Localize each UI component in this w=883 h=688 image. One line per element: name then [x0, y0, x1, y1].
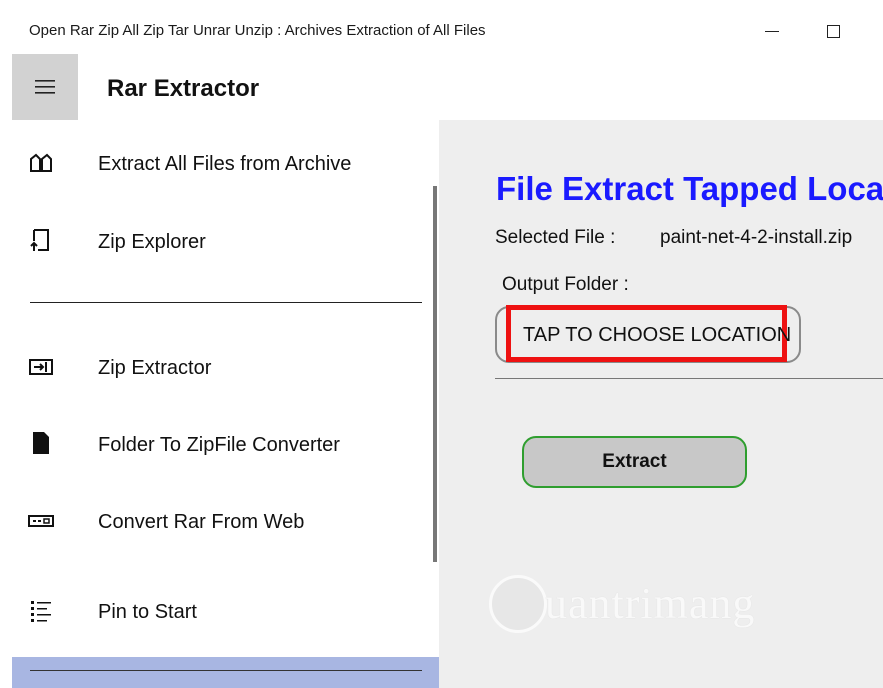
sidebar-scrollbar[interactable] — [433, 186, 437, 562]
content-divider — [495, 378, 883, 379]
hamburger-icon — [35, 80, 55, 94]
nav-label: Extract All Files from Archive — [98, 153, 352, 175]
selected-nav-item[interactable] — [12, 657, 439, 688]
nav-label: Convert Rar From Web — [98, 511, 305, 533]
maximize-button[interactable] — [813, 16, 853, 46]
title-bar: Open Rar Zip All Zip Tar Unrar Unzip : A… — [11, 0, 883, 54]
page-heading: File Extract Tapped Locat — [496, 170, 883, 207]
sidebar-separator — [30, 302, 422, 303]
sidebar-separator — [30, 670, 422, 671]
nav-convert-rar-from-web[interactable]: Convert Rar From Web — [12, 491, 439, 551]
extract-arrow-icon — [29, 359, 53, 375]
choose-location-label: TAP TO CHOOSE LOCATION — [523, 324, 792, 346]
nav-label: Pin to Start — [98, 601, 197, 623]
hamburger-menu-button[interactable] — [12, 54, 78, 120]
watermark-logo-icon — [489, 575, 547, 633]
list-icon — [31, 601, 51, 622]
minimize-button[interactable] — [752, 16, 792, 46]
upload-frame-icon — [30, 229, 49, 251]
watermark-text: uantrimang — [545, 579, 756, 628]
nav-zip-explorer[interactable]: Zip Explorer — [12, 212, 439, 272]
output-folder-label: Output Folder : — [502, 274, 629, 295]
window-title: Open Rar Zip All Zip Tar Unrar Unzip : A… — [29, 22, 486, 39]
nav-pin-to-start[interactable]: Pin to Start — [12, 582, 439, 642]
nav-folder-to-zipfile[interactable]: Folder To ZipFile Converter — [12, 414, 439, 474]
extract-button[interactable]: Extract — [522, 436, 747, 488]
sidebar: Extract All Files from Archive Zip Explo… — [12, 120, 439, 688]
app-title: Rar Extractor — [107, 75, 260, 102]
selected-file-value: paint-net-4-2-install.zip — [660, 227, 853, 248]
window-left-border — [0, 0, 11, 688]
nav-label: Folder To ZipFile Converter — [98, 434, 340, 456]
web-dashes-icon — [28, 515, 54, 527]
minimize-icon — [765, 30, 779, 32]
open-book-icon — [30, 153, 52, 172]
nav-label: Zip Explorer — [98, 231, 206, 253]
nav-zip-extractor[interactable]: Zip Extractor — [12, 337, 439, 397]
nav-label: Zip Extractor — [98, 357, 212, 379]
zip-file-icon — [33, 432, 49, 454]
maximize-icon — [826, 24, 840, 38]
nav-extract-all-files[interactable]: Extract All Files from Archive — [12, 134, 439, 194]
selected-file-label: Selected File : — [495, 227, 616, 248]
main-content: File Extract Tapped Locat Selected File … — [439, 120, 883, 688]
extract-button-label: Extract — [602, 451, 667, 472]
